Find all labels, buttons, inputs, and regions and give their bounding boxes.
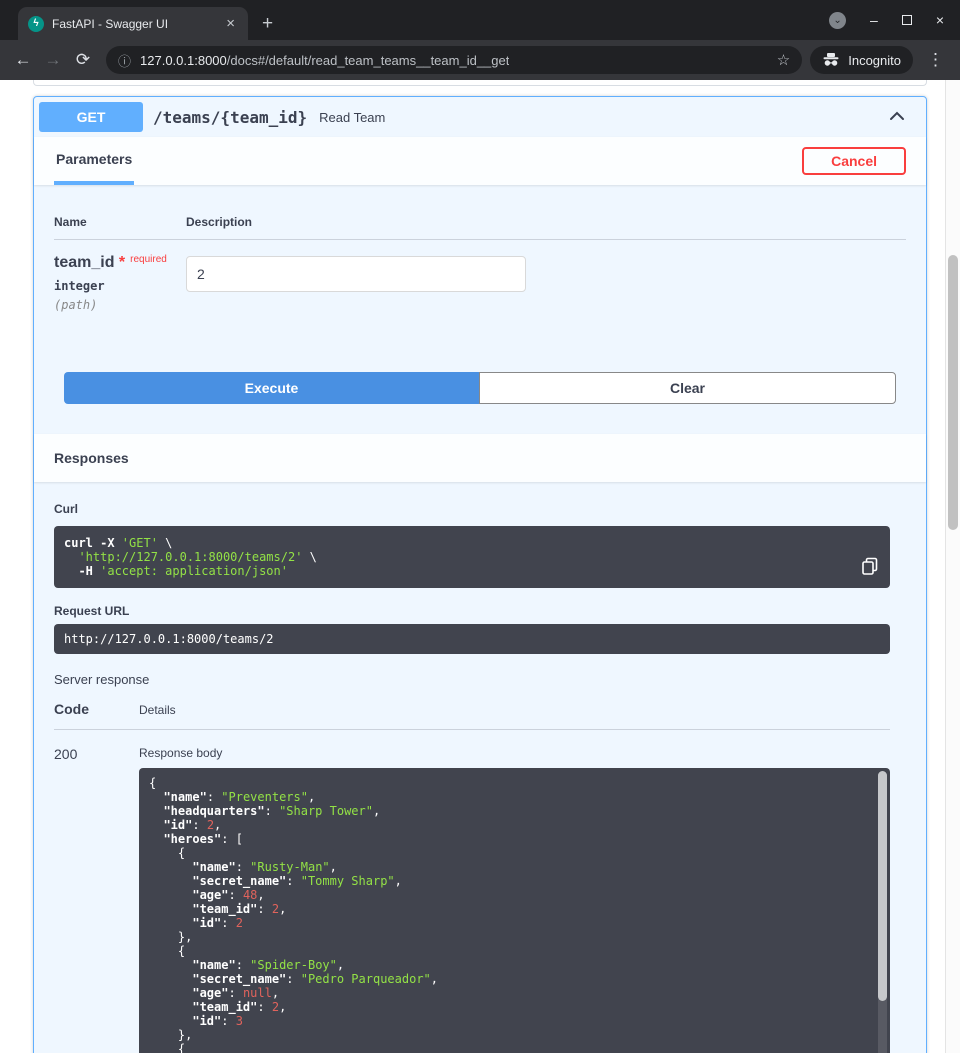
parameters-container: Name Description team_id * required integ… [34, 185, 926, 434]
response-body-json: { "name": "Preventers", "headquarters": … [149, 776, 872, 1053]
url-host: 127.0.0.1:8000 [140, 53, 227, 68]
team-id-input[interactable] [186, 256, 526, 292]
url-text: 127.0.0.1:8000/docs#/default/read_team_t… [140, 53, 509, 68]
page-info-icon[interactable]: ⓘ [118, 51, 131, 70]
curl-command-block: curl -X 'GET' \ 'http://127.0.0.1:8000/t… [54, 526, 890, 588]
response-table-header: Code Details [54, 701, 890, 730]
previous-block-bottom-edge [33, 80, 927, 86]
column-details-label: Details [139, 701, 176, 717]
request-url-label: Request URL [54, 604, 890, 618]
cancel-button[interactable]: Cancel [802, 147, 906, 175]
parameter-name-text: team_id [54, 254, 114, 271]
tab-search-icon[interactable]: ⌄ [829, 12, 846, 29]
operation-block-get-teams: GET /teams/{team_id} Read Team Parameter… [33, 96, 927, 1053]
fastapi-favicon-icon: ϟ [28, 16, 44, 32]
browser-window: ϟ FastAPI - Swagger UI × + ⌄ – × ← → ⟳ ⓘ… [0, 0, 960, 1053]
status-code: 200 [54, 746, 139, 1053]
tab-search-glyph: ⌄ [833, 15, 841, 26]
reload-icon[interactable]: ⟳ [68, 45, 98, 75]
collapse-operation-button[interactable] [885, 106, 909, 129]
bookmark-star-icon[interactable]: ☆ [769, 51, 790, 69]
responses-title: Responses [54, 450, 129, 466]
incognito-spy-icon [822, 53, 840, 67]
new-tab-button[interactable]: + [262, 14, 273, 33]
response-body-scrollbar-thumb[interactable] [878, 771, 887, 1001]
tab-parameters[interactable]: Parameters [54, 137, 134, 185]
copy-icon [860, 556, 880, 576]
curl-command: curl -X 'GET' \ 'http://127.0.0.1:8000/t… [64, 536, 880, 578]
column-description-label: Description [186, 215, 252, 229]
tab-close-icon[interactable]: × [223, 15, 238, 32]
url-path: /docs#/default/read_team_teams__team_id_… [227, 53, 510, 68]
page-scrollbar-thumb[interactable] [948, 255, 958, 530]
incognito-label: Incognito [848, 53, 901, 68]
response-body-label: Response body [139, 746, 890, 760]
back-icon[interactable]: ← [8, 45, 38, 75]
response-body-block: { "name": "Preventers", "headquarters": … [139, 768, 890, 1053]
parameter-type: integer [54, 279, 186, 293]
browser-tab[interactable]: ϟ FastAPI - Swagger UI × [18, 7, 248, 40]
browser-menu-icon[interactable]: ⋮ [919, 50, 952, 70]
window-maximize-button[interactable] [902, 13, 912, 27]
required-asterisk: * [114, 254, 125, 271]
clear-button[interactable]: Clear [479, 372, 896, 404]
copy-to-clipboard-button[interactable] [860, 556, 880, 576]
page-scrollbar[interactable] [945, 80, 960, 1053]
operation-header[interactable]: GET /teams/{team_id} Read Team [34, 97, 926, 137]
chevron-up-icon [889, 110, 905, 122]
server-response-label: Server response [54, 672, 890, 687]
parameter-row-team-id: team_id * required integer (path) [54, 240, 906, 312]
execute-wrapper: Execute Clear [64, 372, 896, 404]
maximize-icon [902, 15, 912, 25]
column-code-label: Code [54, 701, 139, 717]
operation-summary: Read Team [319, 110, 385, 125]
responses-section-header: Responses [34, 434, 926, 482]
tab-title: FastAPI - Swagger UI [52, 17, 215, 31]
parameter-meta: team_id * required integer (path) [54, 254, 186, 312]
incognito-badge: Incognito [810, 46, 913, 74]
tab-strip: ϟ FastAPI - Swagger UI × + ⌄ – × [0, 0, 960, 40]
responses-container: Curl curl -X 'GET' \ 'http://127.0.0.1:8… [34, 482, 926, 1053]
column-name-label: Name [54, 215, 186, 229]
address-bar[interactable]: ⓘ 127.0.0.1:8000/docs#/default/read_team… [106, 46, 802, 74]
parameter-input-cell [186, 254, 526, 312]
execute-button[interactable]: Execute [64, 372, 479, 404]
request-url-block: http://127.0.0.1:8000/teams/2 [54, 624, 890, 654]
required-label: required [130, 254, 167, 265]
window-controls: ⌄ – × [829, 0, 960, 40]
window-minimize-button[interactable]: – [870, 13, 878, 27]
window-close-button[interactable]: × [936, 13, 944, 27]
operation-path: /teams/{team_id} [153, 108, 307, 127]
response-body-cell: Response body { "name": "Preventers", "h… [139, 746, 890, 1053]
browser-toolbar: ← → ⟳ ⓘ 127.0.0.1:8000/docs#/default/rea… [0, 40, 960, 80]
swagger-page: GET /teams/{team_id} Read Team Parameter… [0, 80, 960, 1053]
parameters-section-header: Parameters Cancel [34, 137, 926, 185]
http-method-badge: GET [39, 102, 143, 132]
parameters-table-header: Name Description [54, 215, 906, 240]
response-row-200: 200 Response body { "name": "Preventers"… [54, 730, 890, 1053]
parameter-location: (path) [54, 298, 186, 312]
forward-icon[interactable]: → [38, 45, 68, 75]
response-body-scrollbar[interactable] [878, 771, 887, 1053]
curl-label: Curl [54, 502, 890, 516]
parameter-name: team_id * required [54, 254, 186, 272]
